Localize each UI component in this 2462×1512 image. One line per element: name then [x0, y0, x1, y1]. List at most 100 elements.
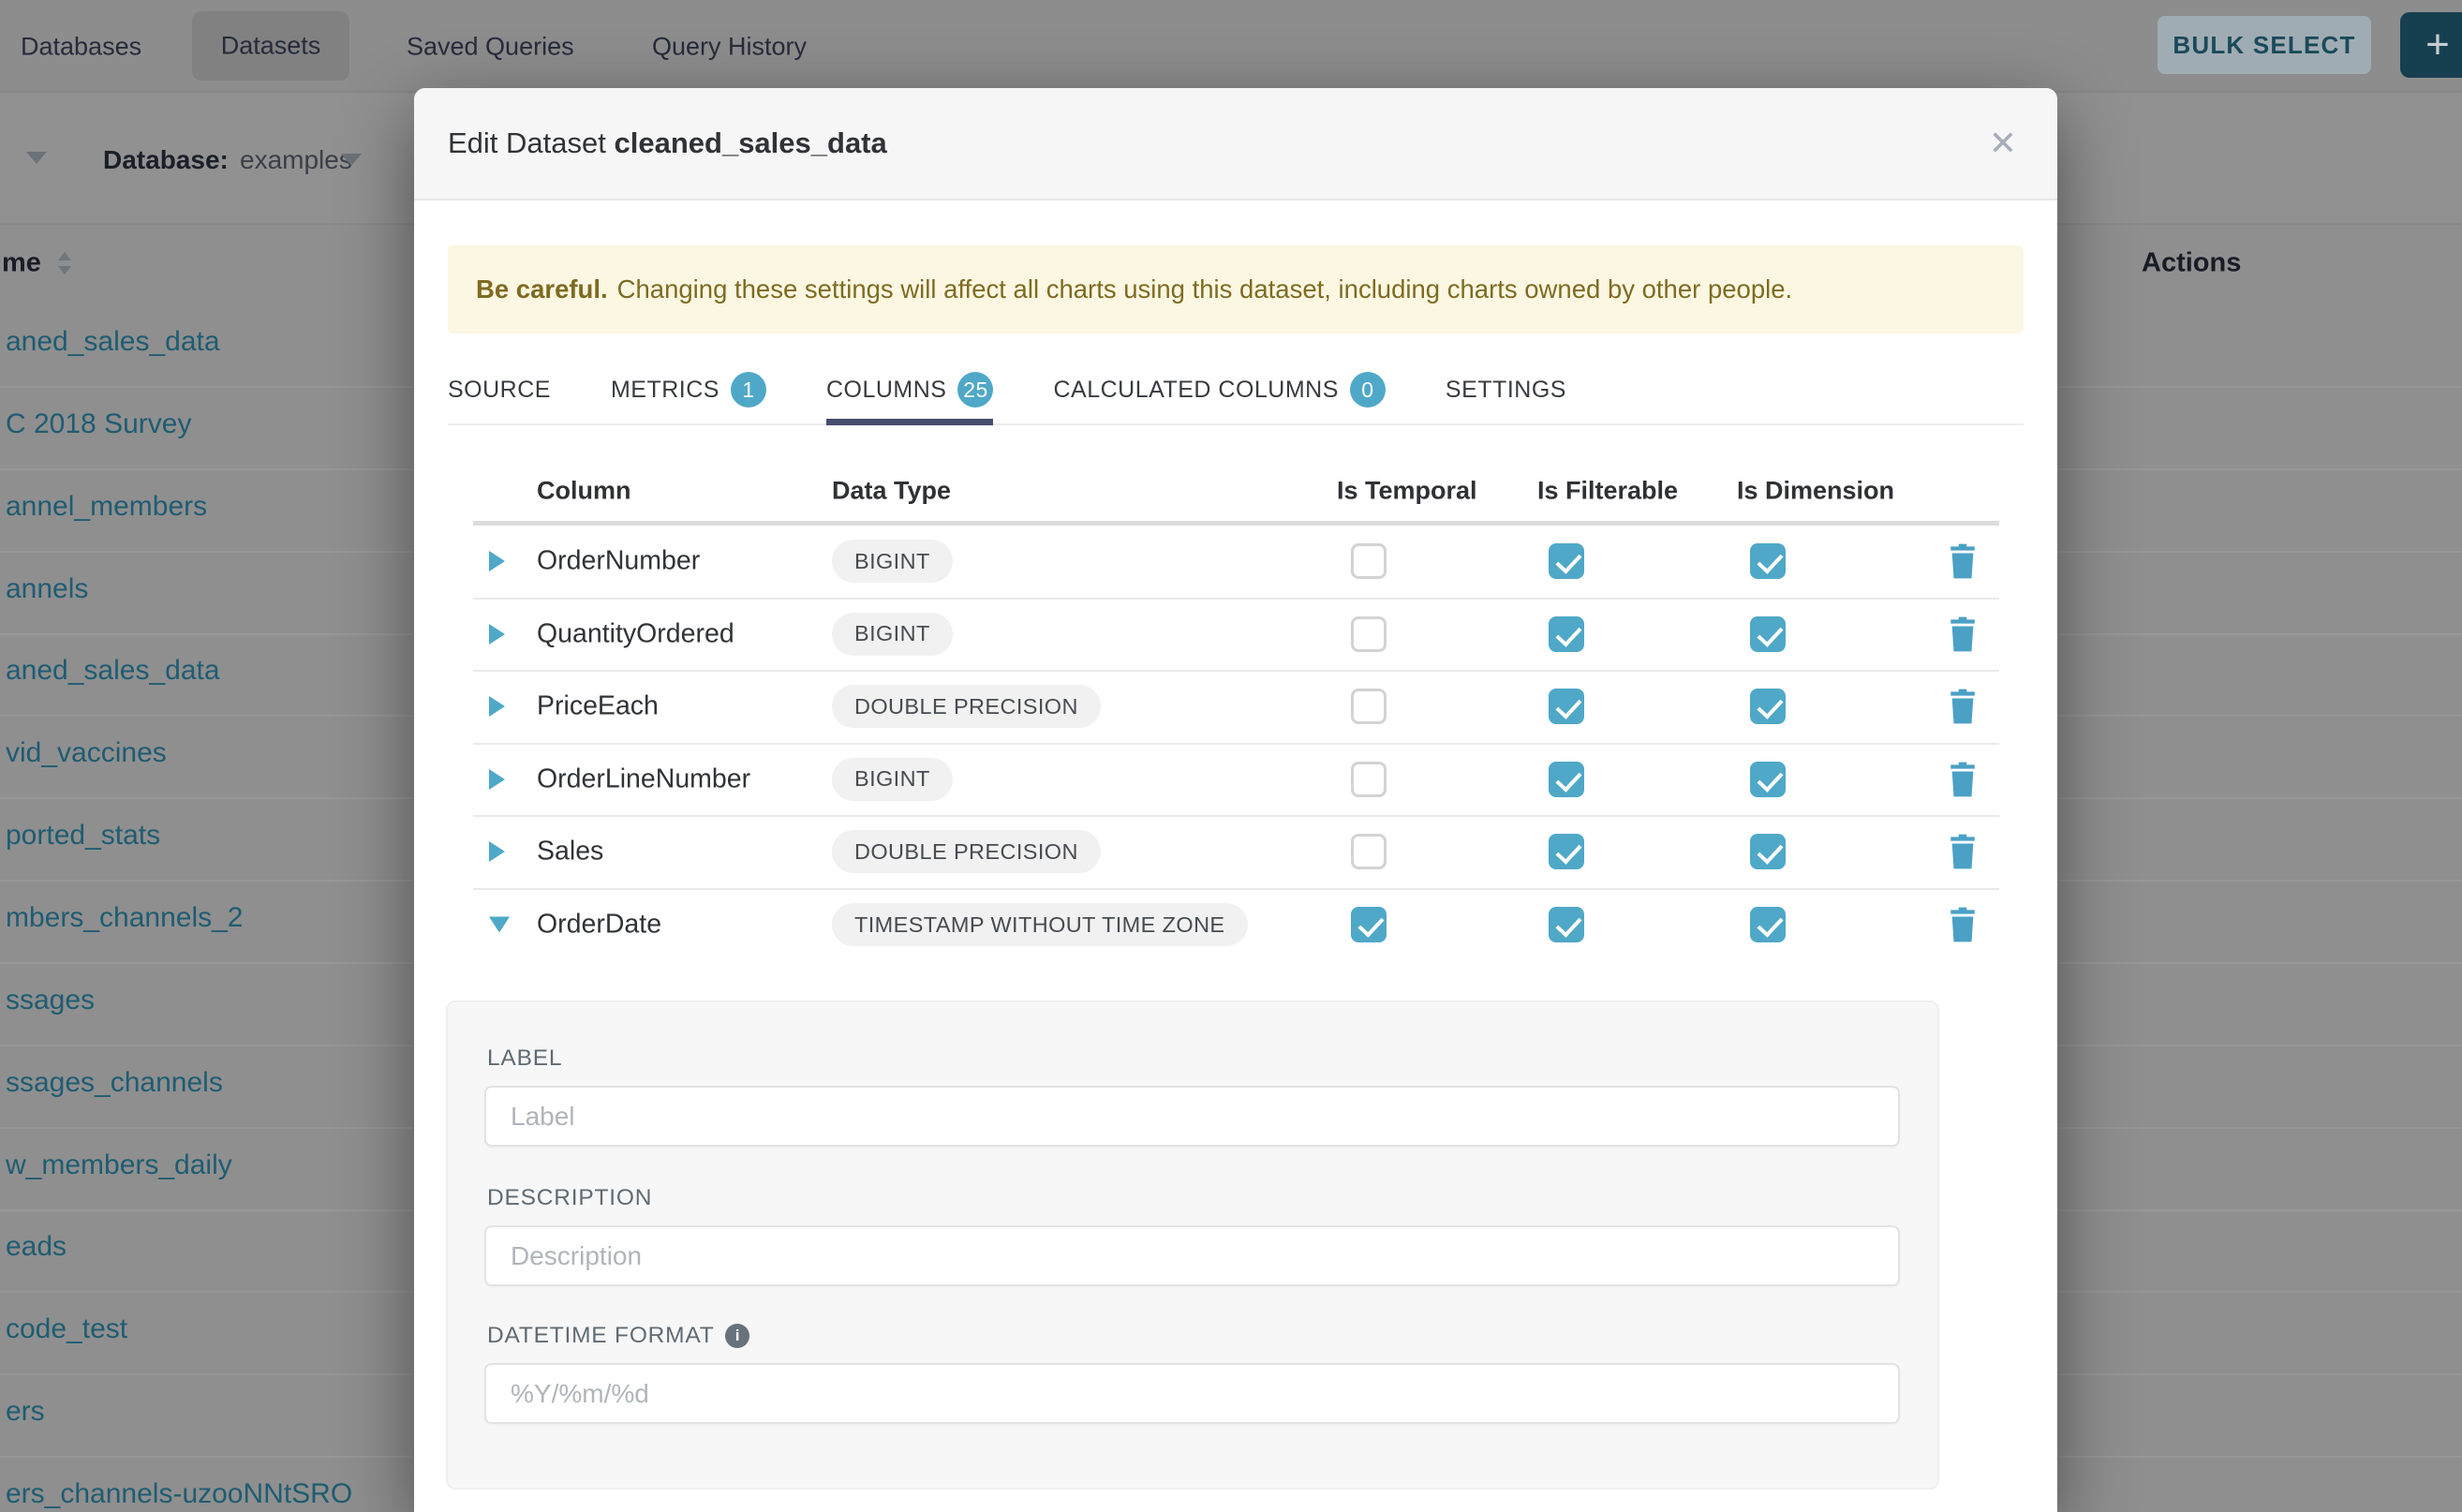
- database-chevron-down-icon[interactable]: [341, 154, 362, 166]
- dataset-link[interactable]: C 2018 Survey: [6, 408, 191, 440]
- is-temporal-checkbox[interactable]: [1351, 762, 1387, 797]
- label-input[interactable]: [484, 1086, 1900, 1147]
- dataset-link[interactable]: ssages_channels: [6, 1067, 223, 1099]
- warning-banner: Be careful. Changing these settings will…: [448, 245, 2024, 334]
- dataset-link[interactable]: annels: [6, 573, 88, 605]
- expand-caret-icon[interactable]: [489, 551, 505, 571]
- row-separator: [473, 743, 1999, 745]
- column-row-orderdate: OrderDate TIMESTAMP WITHOUT TIME ZONE: [448, 888, 2024, 961]
- delete-column-icon[interactable]: [1947, 689, 1979, 724]
- data-type-pill: DOUBLE PRECISION: [832, 830, 1101, 873]
- delete-column-icon[interactable]: [1947, 834, 1979, 869]
- is-temporal-checkbox[interactable]: [1351, 543, 1387, 579]
- datasets-page: { "nav": { "tabs": [ {"label": "Database…: [0, 0, 2462, 1512]
- is-dimension-checkbox[interactable]: [1750, 689, 1786, 724]
- is-temporal-checkbox[interactable]: [1351, 689, 1387, 724]
- tab-metrics[interactable]: METRICS 1: [611, 356, 766, 423]
- data-type-pill: BIGINT: [832, 758, 953, 801]
- modal-body: Be careful. Changing these settings will…: [414, 245, 2057, 1002]
- delete-column-icon[interactable]: [1947, 762, 1979, 797]
- dataset-link[interactable]: ers: [6, 1396, 45, 1428]
- nav-tab-datasets[interactable]: Datasets: [192, 11, 349, 81]
- is-dimension-checkbox[interactable]: [1750, 762, 1786, 797]
- is-temporal-checkbox[interactable]: [1351, 834, 1387, 869]
- is-dimension-checkbox[interactable]: [1750, 834, 1786, 869]
- chevron-down-icon[interactable]: [26, 152, 47, 164]
- tab-settings[interactable]: SETTINGS: [1446, 356, 1566, 423]
- dataset-link[interactable]: aned_sales_data: [6, 655, 220, 687]
- nav-tab-databases[interactable]: Databases: [21, 33, 141, 62]
- delete-column-icon[interactable]: [1947, 543, 1979, 579]
- data-type-pill: BIGINT: [832, 540, 953, 583]
- database-filter-value[interactable]: examples: [240, 145, 352, 175]
- description-input[interactable]: [484, 1225, 1900, 1286]
- dataset-link[interactable]: annel_members: [6, 491, 207, 523]
- dataset-link[interactable]: aned_sales_data: [6, 326, 220, 358]
- columns-table: Column Data Type Is Temporal Is Filterab…: [448, 425, 2024, 1002]
- name-column-header[interactable]: me: [2, 248, 41, 279]
- nav-tab-datasets-label: Datasets: [192, 32, 349, 61]
- column-detail-panel: LABEL DESCRIPTION DATETIME FORMAT i: [446, 1001, 1939, 1490]
- is-filterable-checkbox[interactable]: [1549, 616, 1584, 652]
- tab-columns[interactable]: COLUMNS 25: [826, 356, 994, 423]
- nav-tab-query-history[interactable]: Query History: [652, 33, 807, 62]
- column-name: OrderLineNumber: [537, 763, 750, 794]
- dataset-link[interactable]: vid_vaccines: [6, 737, 167, 769]
- warning-bold: Be careful.: [476, 274, 608, 304]
- column-name: PriceEach: [537, 691, 659, 722]
- is-dimension-checkbox[interactable]: [1750, 907, 1786, 942]
- header-is-temporal: Is Temporal: [1337, 477, 1477, 506]
- add-dataset-button[interactable]: +: [2400, 12, 2462, 78]
- tab-calculated-columns[interactable]: CALCULATED COLUMNS 0: [1053, 356, 1385, 423]
- sort-icon[interactable]: [58, 251, 71, 275]
- datetime-format-input[interactable]: [484, 1363, 1900, 1424]
- header-data-type: Data Type: [832, 477, 951, 506]
- dataset-link[interactable]: w_members_daily: [6, 1149, 232, 1181]
- column-row-ordernumber: OrderNumber BIGINT: [448, 525, 2024, 598]
- row-separator: [473, 815, 1999, 817]
- dataset-link[interactable]: ssages: [6, 985, 95, 1016]
- bulk-select-button[interactable]: BULK SELECT: [2158, 16, 2371, 74]
- modal-title: Edit Dataset cleaned_sales_data: [448, 126, 887, 160]
- is-filterable-checkbox[interactable]: [1549, 762, 1584, 797]
- row-separator: [473, 598, 1999, 600]
- tab-source-label: SOURCE: [448, 377, 551, 404]
- is-filterable-checkbox[interactable]: [1549, 543, 1584, 579]
- dataset-link[interactable]: eads: [6, 1231, 67, 1263]
- column-name: OrderNumber: [537, 546, 700, 577]
- dataset-link[interactable]: ported_stats: [6, 820, 160, 852]
- info-icon[interactable]: i: [725, 1324, 749, 1348]
- tab-calculated-columns-label: CALCULATED COLUMNS: [1053, 377, 1338, 404]
- close-icon[interactable]: ✕: [1982, 123, 2024, 164]
- delete-column-icon[interactable]: [1947, 616, 1979, 652]
- delete-column-icon[interactable]: [1947, 907, 1979, 942]
- edit-dataset-modal: Edit Dataset cleaned_sales_data ✕ Be car…: [414, 88, 2057, 1512]
- tab-metrics-label: METRICS: [611, 377, 719, 404]
- label-heading: LABEL: [487, 1045, 562, 1072]
- expand-caret-icon[interactable]: [489, 624, 505, 645]
- dataset-link[interactable]: code_test: [6, 1313, 127, 1345]
- is-dimension-checkbox[interactable]: [1750, 616, 1786, 652]
- description-heading: DESCRIPTION: [487, 1185, 652, 1211]
- is-dimension-checkbox[interactable]: [1750, 543, 1786, 579]
- dataset-link[interactable]: ers_channels-uzooNNtSRO: [6, 1478, 352, 1510]
- row-separator: [473, 670, 1999, 672]
- is-temporal-checkbox[interactable]: [1351, 907, 1387, 942]
- is-filterable-checkbox[interactable]: [1549, 689, 1584, 724]
- collapse-caret-icon[interactable]: [489, 917, 510, 933]
- plus-icon: +: [2425, 22, 2450, 68]
- expand-caret-icon[interactable]: [489, 841, 505, 862]
- tab-source[interactable]: SOURCE: [448, 356, 551, 423]
- nav-tab-saved-queries[interactable]: Saved Queries: [407, 33, 574, 62]
- is-filterable-checkbox[interactable]: [1549, 834, 1584, 869]
- columns-count-badge: 25: [957, 372, 993, 408]
- expand-caret-icon[interactable]: [489, 769, 505, 790]
- label-heading-text: LABEL: [487, 1045, 562, 1072]
- is-temporal-checkbox[interactable]: [1351, 616, 1387, 652]
- modal-header: Edit Dataset cleaned_sales_data ✕: [414, 88, 2057, 200]
- is-filterable-checkbox[interactable]: [1549, 907, 1584, 942]
- expand-caret-icon[interactable]: [489, 696, 505, 717]
- data-type-pill: BIGINT: [832, 613, 953, 656]
- column-name: QuantityOrdered: [537, 618, 734, 649]
- dataset-link[interactable]: mbers_channels_2: [6, 902, 244, 934]
